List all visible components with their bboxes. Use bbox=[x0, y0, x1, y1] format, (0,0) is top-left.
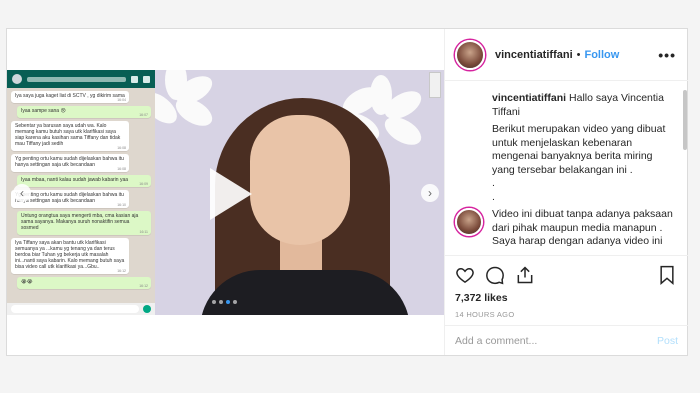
comment-input[interactable]: Add a comment... bbox=[455, 335, 657, 347]
chat-bubble-out: Iyaa mbaa, nanti kalau sudah jawab kabar… bbox=[17, 175, 151, 187]
caption-continued: Video ini dibuat tanpa adanya paksaan da… bbox=[455, 208, 674, 249]
mic-icon bbox=[143, 305, 151, 313]
play-button[interactable] bbox=[200, 160, 260, 228]
caption-line: . bbox=[492, 177, 495, 189]
whatsapp-header bbox=[7, 70, 155, 88]
chat-bubble-text: Sebentar ya barusan saya udah wa. Kalo m… bbox=[15, 123, 121, 147]
carousel-dot bbox=[233, 300, 237, 304]
chat-bubble-text: Iyaa sampe sana 😢 bbox=[21, 108, 66, 114]
caption: vincentiatiffani Hallo saya Vincentia Ti… bbox=[455, 92, 674, 204]
chat-bubble-time: 16:07 bbox=[139, 113, 148, 117]
whatsapp-input-bar bbox=[7, 303, 155, 315]
chat-bubble-time: 16:10 bbox=[117, 203, 126, 207]
chat-bubble-time: 16:08 bbox=[117, 146, 126, 150]
post-comment-button[interactable]: Post bbox=[657, 335, 678, 347]
username-link[interactable]: vincentiatiffani bbox=[495, 49, 573, 61]
chat-bubble-in: Yg penting ortu kamu sudah dijelaskan ba… bbox=[11, 154, 129, 172]
chat-bubble-text: Iya Tiffany saya akan bantu utk klarifik… bbox=[15, 240, 125, 270]
chat-bubble-time: 16:12 bbox=[117, 269, 126, 273]
post-media: Iya saya juga kaget liat di SCTV , yg di… bbox=[7, 70, 444, 315]
scroll-thumb[interactable] bbox=[429, 72, 441, 98]
chat-bubble-time: 16:04 bbox=[117, 98, 126, 102]
follow-button[interactable]: Follow bbox=[584, 49, 619, 61]
comments-scrollbar[interactable] bbox=[683, 90, 687, 150]
carousel-prev-button[interactable]: ‹ bbox=[13, 184, 31, 202]
carousel-dot bbox=[226, 300, 230, 304]
more-options-icon[interactable]: ••• bbox=[658, 47, 676, 63]
avatar[interactable] bbox=[455, 208, 483, 236]
person-shoulders bbox=[200, 270, 410, 315]
chat-bubble-text: Iyaa mbaa, nanti kalau sudah jawab kabar… bbox=[21, 177, 129, 183]
chevron-left-icon: ‹ bbox=[20, 186, 24, 200]
chat-bubble-time: 16:12 bbox=[139, 284, 148, 288]
chat-bubble-text: Yg penting ortu kamu sudah dijelaskan ba… bbox=[15, 192, 124, 204]
caption-line: Saya harap dengan adanya video ini bbox=[492, 235, 663, 247]
chevron-right-icon: › bbox=[428, 186, 432, 200]
chat-bubble-time: 16:11 bbox=[139, 230, 149, 234]
carousel-indicator bbox=[212, 300, 237, 304]
chat-bubble-out: Untung orangtua saya mengerti mba, cma k… bbox=[17, 211, 151, 235]
carousel-dot bbox=[212, 300, 216, 304]
bookmark-icon[interactable] bbox=[658, 265, 676, 285]
carousel-next-button[interactable]: › bbox=[421, 184, 439, 202]
chat-bubble-in: Sebentar ya barusan saya udah wa. Kalo m… bbox=[11, 121, 129, 151]
caption-line: Video ini dibuat tanpa adanya paksaan da… bbox=[492, 208, 673, 234]
caption-area: vincentiatiffani Hallo saya Vincentia Ti… bbox=[445, 82, 688, 254]
chat-bubble-text: 😭😭 bbox=[21, 279, 33, 285]
video-frame bbox=[155, 70, 444, 315]
post-header: vincentiatiffani • Follow ••• bbox=[445, 29, 688, 81]
caption-username[interactable]: vincentiatiffani bbox=[492, 92, 566, 104]
chat-bubble-out: Iyaa sampe sana 😢 16:07 bbox=[17, 106, 151, 118]
video-call-icon bbox=[131, 75, 138, 83]
chat-bubble-out: 😭😭 16:12 bbox=[17, 277, 151, 289]
avatar[interactable] bbox=[455, 39, 485, 70]
likes-count[interactable]: 7,372 likes bbox=[455, 292, 676, 304]
separator-dot: • bbox=[576, 48, 581, 61]
person-face bbox=[250, 115, 350, 245]
instagram-post: Iya saya juga kaget liat di SCTV , yg di… bbox=[6, 28, 688, 356]
message-field bbox=[11, 305, 139, 313]
chat-bubble-time: 16:09 bbox=[139, 182, 148, 186]
post-actions: 7,372 likes 14 HOURS AGO bbox=[445, 255, 688, 325]
heart-icon[interactable] bbox=[455, 265, 475, 285]
post-timestamp: 14 HOURS AGO bbox=[455, 310, 515, 319]
chat-bubble-text: Iya saya juga kaget liat di SCTV , yg di… bbox=[15, 93, 125, 99]
post-sidebar: vincentiatiffani • Follow ••• vincentiat… bbox=[444, 29, 688, 355]
comment-icon[interactable] bbox=[485, 265, 505, 285]
chat-avatar bbox=[12, 74, 22, 84]
chat-bubble-time: 16:08 bbox=[117, 167, 126, 171]
caption-line: . bbox=[492, 190, 495, 203]
chat-bubble-text: Untung orangtua saya mengerti mba, cma k… bbox=[21, 213, 139, 231]
chat-bubble-in: Iya Tiffany saya akan bantu utk klarifik… bbox=[11, 238, 129, 274]
play-icon bbox=[210, 168, 252, 220]
share-icon[interactable] bbox=[515, 265, 535, 285]
chat-bubble-text: Yg penting ortu kamu sudah dijelaskan ba… bbox=[15, 156, 124, 168]
phone-icon bbox=[143, 75, 150, 83]
caption-line: Berikut merupakan video yang dibuat untu… bbox=[492, 123, 666, 176]
redacted-contact-name bbox=[27, 76, 126, 82]
chat-bubble-in: Iya saya juga kaget liat di SCTV , yg di… bbox=[11, 91, 129, 103]
add-comment-bar: Add a comment... Post bbox=[445, 325, 688, 355]
carousel-dot bbox=[219, 300, 223, 304]
